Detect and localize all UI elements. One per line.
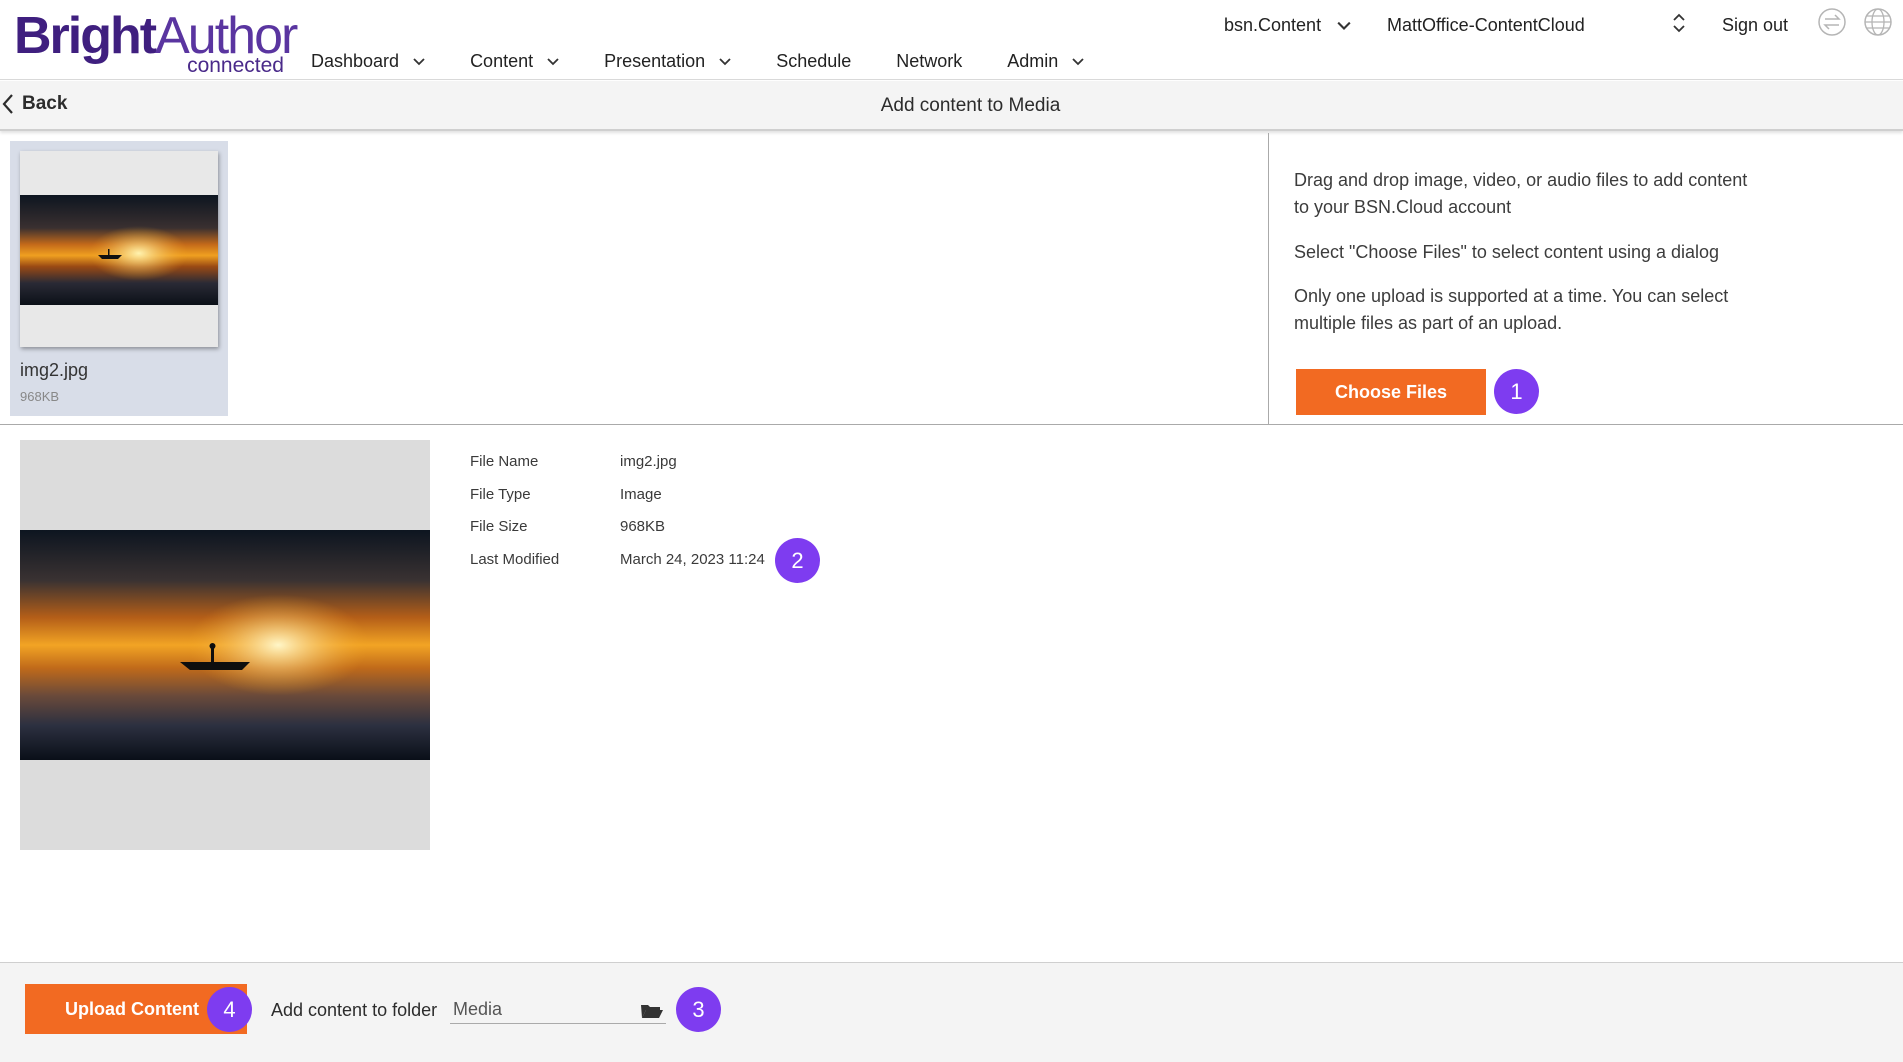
- chevron-down-icon: [547, 58, 559, 66]
- nav-network-label: Network: [896, 50, 963, 71]
- file-tile[interactable]: img2.jpg 968KB: [10, 141, 228, 416]
- folder-label: Add content to folder: [271, 1000, 438, 1020]
- step-badge-3: 3: [676, 987, 721, 1032]
- file-thumbnail-frame: [20, 151, 218, 347]
- nav-content[interactable]: Content: [470, 48, 559, 74]
- account-updown-icon[interactable]: [1672, 10, 1686, 36]
- nav-dashboard[interactable]: Dashboard: [311, 48, 425, 74]
- last-modified-label: Last Modified: [470, 551, 560, 568]
- chevron-down-icon: [1337, 21, 1351, 30]
- sign-out-link[interactable]: Sign out: [1722, 12, 1788, 38]
- page-title: Add content to Media: [880, 95, 1061, 116]
- nav-admin-label: Admin: [1007, 50, 1059, 71]
- nav-schedule-label: Schedule: [776, 50, 852, 71]
- globe-icon[interactable]: [1863, 8, 1893, 36]
- sign-out-label: Sign out: [1722, 14, 1789, 35]
- file-preview: [20, 440, 430, 850]
- top-header: BrightAuthor connected Dashboard Content…: [0, 0, 1903, 80]
- sunset-thumbnail-image: [20, 195, 218, 305]
- account-selector-label: MattOffice-ContentCloud: [1387, 14, 1585, 35]
- nav-presentation[interactable]: Presentation: [604, 48, 731, 74]
- vertical-divider: [1268, 133, 1269, 425]
- nav-network[interactable]: Network: [896, 48, 962, 74]
- sunset-preview-image: [20, 530, 430, 760]
- brightauthor-logo[interactable]: BrightAuthor connected: [14, 6, 298, 78]
- file-name-value: img2.jpg: [620, 453, 677, 470]
- file-size-value: 968KB: [620, 518, 666, 535]
- nav-schedule[interactable]: Schedule: [776, 48, 851, 74]
- file-name-label: File Name: [470, 453, 539, 470]
- subheader-bar: Back Add content to Media: [0, 81, 1903, 131]
- file-tile-size: 968KB: [20, 389, 60, 404]
- file-type-value: Image: [620, 486, 662, 503]
- bsn-selector[interactable]: bsn.Content: [1224, 12, 1351, 38]
- nav-presentation-label: Presentation: [604, 50, 706, 71]
- folder-open-icon[interactable]: [640, 1002, 664, 1020]
- instruction-drag-drop: Drag and drop image, video, or audio fil…: [1294, 170, 1748, 217]
- last-modified-value: March 24, 2023 11:24: [620, 551, 765, 568]
- chevron-down-icon: [1072, 58, 1084, 66]
- nav-admin[interactable]: Admin: [1007, 48, 1084, 74]
- choose-files-button[interactable]: Choose Files: [1296, 369, 1486, 415]
- main-nav: Dashboard Content Presentation Schedule …: [311, 48, 1129, 74]
- step-badge-2: 2: [775, 538, 820, 583]
- chevron-down-icon: [719, 58, 731, 66]
- horizontal-divider: [0, 424, 1903, 425]
- nav-dashboard-label: Dashboard: [311, 50, 400, 71]
- logo-bright-text: Bright: [14, 7, 157, 65]
- step-badge-4: 4: [207, 987, 252, 1032]
- step-badge-1: 1: [1494, 369, 1539, 414]
- folder-input[interactable]: [450, 996, 666, 1024]
- chevron-down-icon: [413, 58, 425, 66]
- nav-content-label: Content: [470, 50, 534, 71]
- file-size-label: File Size: [470, 518, 528, 535]
- exchange-icon[interactable]: [1817, 8, 1847, 36]
- file-tile-name: img2.jpg: [20, 360, 89, 380]
- instruction-one-upload: Only one upload is supported at a time. …: [1294, 286, 1729, 333]
- logo-subtitle: connected: [187, 54, 284, 77]
- instruction-choose-files: Select "Choose Files" to select content …: [1294, 242, 1720, 262]
- file-type-label: File Type: [470, 486, 531, 503]
- account-selector[interactable]: MattOffice-ContentCloud: [1387, 12, 1585, 38]
- bsn-selector-label: bsn.Content: [1224, 14, 1322, 35]
